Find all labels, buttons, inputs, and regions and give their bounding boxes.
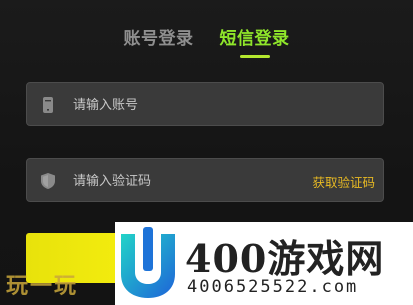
verification-code-field: 获取验证码 [26,158,384,203]
verification-code-input[interactable] [71,159,305,203]
tab-sms-login-label: 短信登录 [219,29,290,49]
watermark-logo-icon [121,227,175,298]
active-tab-indicator [239,55,270,58]
watermark-number: 4006525522.com [187,277,359,297]
phone-icon [37,94,59,116]
tab-sms-login[interactable]: 短信登录 [219,24,290,58]
watermark-brand-text: 玩一玩 [6,274,79,299]
watermark-title: 400游戏网 [185,236,385,281]
tab-account-login[interactable]: 账号登录 [124,24,194,49]
account-input[interactable] [71,83,305,127]
login-tabs: 账号登录 短信登录 [0,24,413,58]
get-code-button[interactable]: 获取验证码 [312,172,375,191]
account-field [26,82,384,127]
sms-login-page: 账号登录 短信登录 获取验证码 玩一玩 [0,0,413,305]
shield-icon [37,170,59,192]
watermark-panel: 400游戏网 4006525522.com [115,222,413,305]
